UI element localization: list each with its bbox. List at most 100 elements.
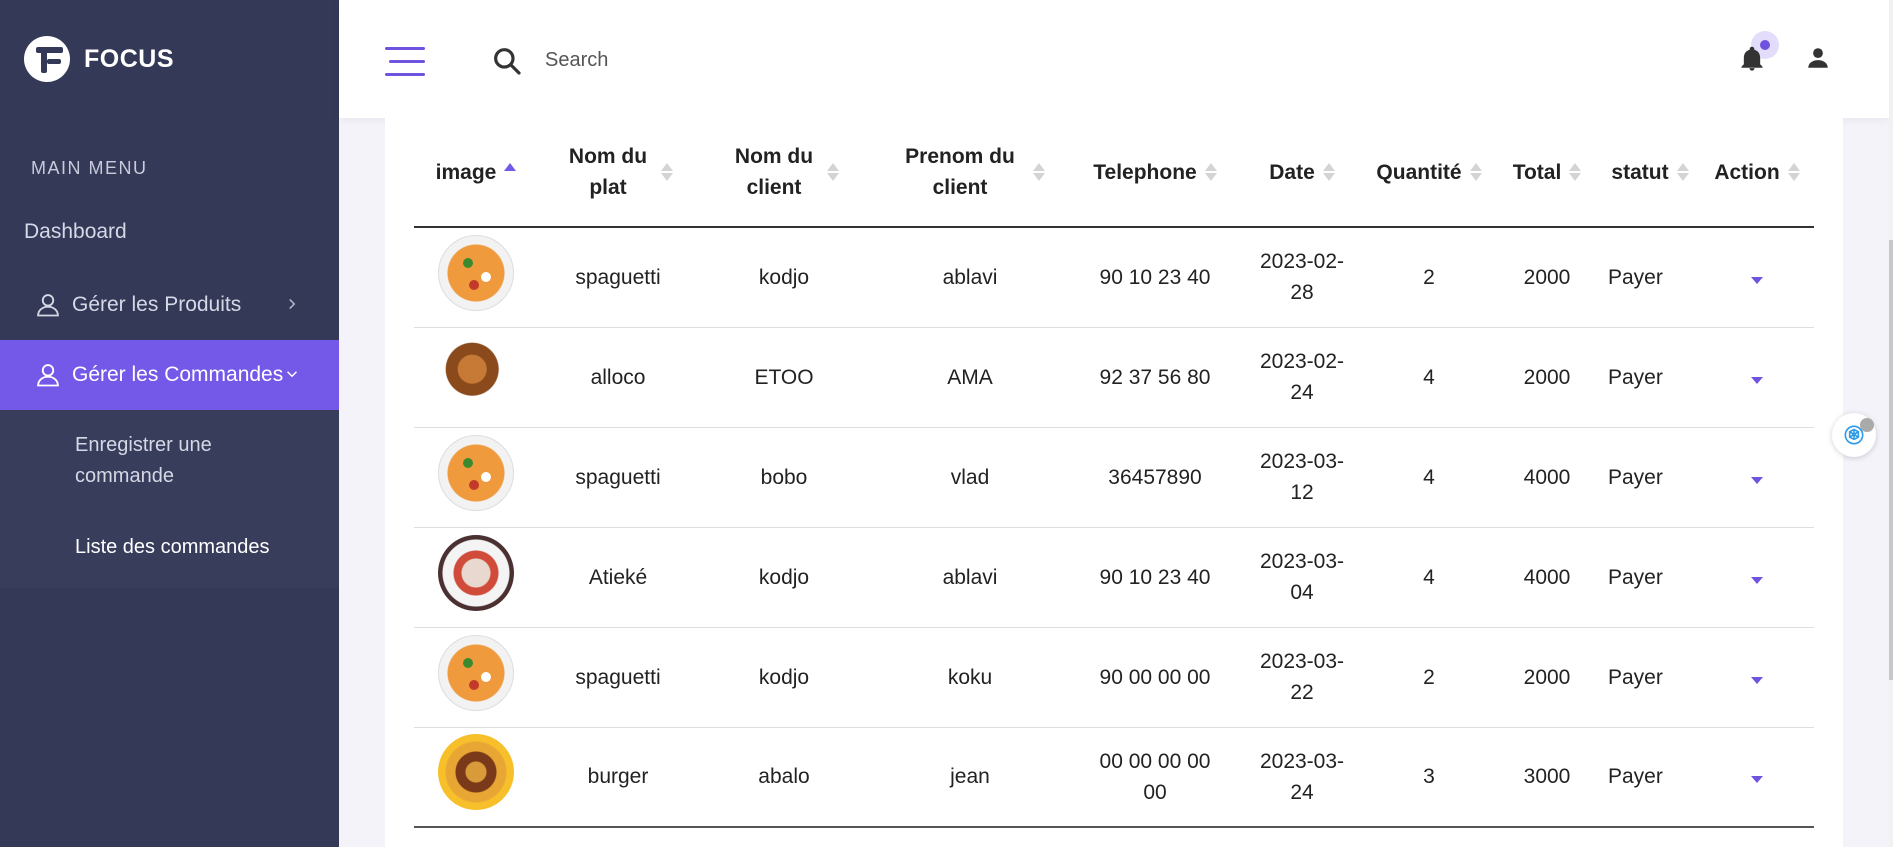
sidebar-item-label: Gérer les Commandes	[72, 363, 284, 386]
dish-name: alloco	[538, 327, 698, 428]
caret-down-icon[interactable]	[1751, 776, 1763, 784]
total: 2000	[1494, 227, 1600, 328]
date: 2023-03-12	[1240, 427, 1364, 528]
total: 3000	[1494, 727, 1600, 828]
quantity: 4	[1364, 427, 1494, 528]
status: Payer	[1600, 227, 1700, 328]
sort-icon	[1787, 163, 1800, 181]
sort-icon	[1204, 163, 1217, 181]
sidebar: FOCUS MAIN MENU Dashboard Gérer les Prod…	[0, 0, 339, 847]
status: Payer	[1600, 527, 1700, 628]
phone: 90 10 23 40	[1070, 227, 1240, 328]
quantity: 2	[1364, 227, 1494, 328]
sidebar-item-products[interactable]: Gérer les Produits	[0, 270, 339, 340]
dish-image	[438, 634, 514, 711]
submenu-item-register-order[interactable]: Enregistrer une commande	[75, 430, 275, 492]
date: 2023-03-24	[1240, 727, 1364, 828]
caret-down-icon[interactable]	[1751, 676, 1763, 684]
client-name: ETOO	[698, 327, 870, 428]
close-icon[interactable]	[1860, 418, 1874, 432]
client-name: kodjo	[698, 627, 870, 728]
scrollbar[interactable]	[1889, 0, 1893, 847]
date: 2023-02-24	[1240, 327, 1364, 428]
table-row: spaguetti bobo vlad 36457890 2023-03-12 …	[414, 427, 1814, 528]
scrollbar-thumb[interactable]	[1889, 240, 1893, 680]
column-header-total[interactable]: Total	[1494, 118, 1600, 228]
client-firstname: AMA	[870, 327, 1070, 428]
table-row: spaguetti kodjo koku 90 00 00 00 2023-03…	[414, 627, 1814, 728]
table-row: burger abalo jean 00 00 00 00 00 2023-03…	[414, 727, 1814, 828]
sort-icon	[661, 163, 673, 181]
status: Payer	[1600, 327, 1700, 428]
dish-image	[438, 734, 514, 811]
dish-name: spaguetti	[538, 627, 698, 728]
status: Payer	[1600, 427, 1700, 528]
client-firstname: ablavi	[870, 227, 1070, 328]
total: 4000	[1494, 527, 1600, 628]
total: 4000	[1494, 427, 1600, 528]
column-header-dish[interactable]: Nom du plat	[538, 118, 698, 228]
table-row: spaguetti kodjo ablavi 90 10 23 40 2023-…	[414, 227, 1814, 328]
sort-icon	[504, 163, 517, 181]
user-icon[interactable]	[1805, 45, 1831, 71]
dish-image	[438, 234, 514, 311]
column-header-client-name[interactable]: Nom du client	[698, 118, 870, 228]
caret-down-icon[interactable]	[1751, 576, 1763, 584]
quantity: 3	[1364, 727, 1494, 828]
date: 2023-02-28	[1240, 227, 1364, 328]
dish-name: spaguetti	[538, 427, 698, 528]
dish-name: Atieké	[538, 527, 698, 628]
column-header-date[interactable]: Date	[1240, 118, 1364, 228]
menu-heading: MAIN MENU	[31, 158, 148, 178]
total: 2000	[1494, 327, 1600, 428]
phone: 36457890	[1070, 427, 1240, 528]
caret-down-icon[interactable]	[1751, 376, 1763, 384]
caret-down-icon[interactable]	[1751, 476, 1763, 484]
submenu-item-orders-list[interactable]: Liste des commandes	[75, 532, 270, 563]
logo-icon	[24, 36, 70, 82]
quantity: 2	[1364, 627, 1494, 728]
client-firstname: jean	[870, 727, 1070, 828]
client-firstname: ablavi	[870, 527, 1070, 628]
orders-card: image Nom du plat Nom du client Prenom d…	[385, 118, 1843, 847]
sort-icon	[827, 163, 839, 181]
date: 2023-03-22	[1240, 627, 1364, 728]
bell-icon[interactable]	[1738, 44, 1766, 74]
column-header-client-firstname[interactable]: Prenom du client	[870, 118, 1070, 228]
column-header-image[interactable]: image	[414, 118, 538, 228]
search-icon[interactable]	[491, 45, 523, 77]
top-header	[339, 0, 1889, 118]
menu-icon[interactable]	[385, 47, 425, 77]
sort-icon	[1569, 163, 1582, 181]
sort-icon	[1676, 163, 1689, 181]
table-header-row: image Nom du plat Nom du client Prenom d…	[414, 118, 1814, 228]
column-header-quantity[interactable]: Quantité	[1364, 118, 1494, 228]
date: 2023-03-04	[1240, 527, 1364, 628]
chevron-down-icon	[286, 371, 298, 378]
sidebar-item-dashboard[interactable]: Dashboard	[24, 220, 127, 244]
quantity: 4	[1364, 327, 1494, 428]
status: Payer	[1600, 727, 1700, 828]
phone: 00 00 00 00 00	[1070, 727, 1240, 828]
sidebar-item-label: Gérer les Produits	[72, 293, 242, 316]
client-name: kodjo	[698, 527, 870, 628]
brand-name: FOCUS	[84, 44, 174, 73]
client-name: bobo	[698, 427, 870, 528]
column-header-status[interactable]: statut	[1600, 118, 1700, 228]
brand-logo[interactable]: FOCUS	[24, 36, 174, 82]
sort-icon	[1469, 163, 1482, 181]
column-header-phone[interactable]: Telephone	[1070, 118, 1240, 228]
quantity: 4	[1364, 527, 1494, 628]
caret-down-icon[interactable]	[1751, 276, 1763, 284]
dish-image	[438, 534, 514, 611]
column-header-action[interactable]: Action	[1700, 118, 1814, 228]
table-row: Atieké kodjo ablavi 90 10 23 40 2023-03-…	[414, 527, 1814, 628]
sidebar-item-orders[interactable]: Gérer les Commandes	[0, 340, 339, 410]
phone: 90 10 23 40	[1070, 527, 1240, 628]
client-name: kodjo	[698, 227, 870, 328]
phone: 92 37 56 80	[1070, 327, 1240, 428]
table-row: alloco ETOO AMA 92 37 56 80 2023-02-24 4…	[414, 327, 1814, 428]
dish-image	[438, 434, 514, 511]
status: Payer	[1600, 627, 1700, 728]
search-input[interactable]	[545, 42, 1045, 78]
